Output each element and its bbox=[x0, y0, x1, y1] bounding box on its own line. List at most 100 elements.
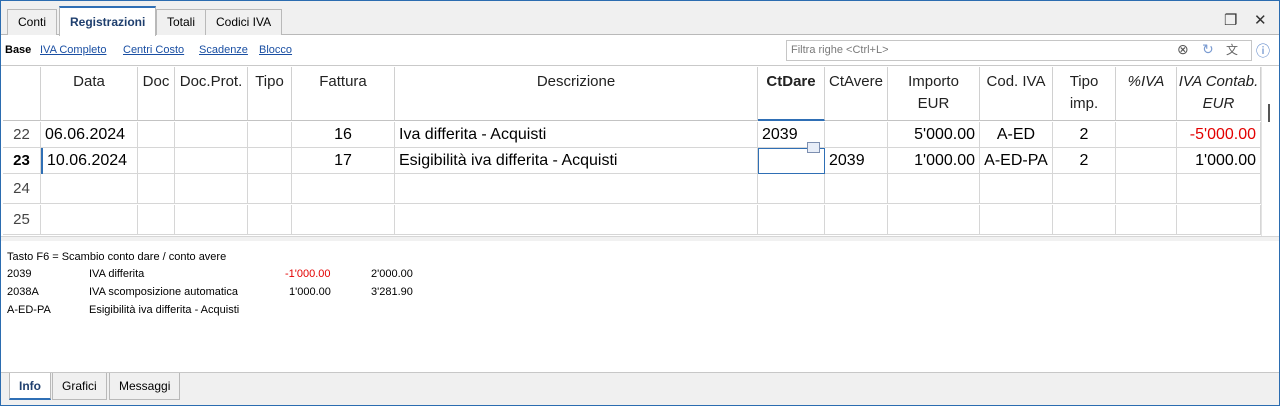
translate-icon[interactable]: 文 bbox=[1226, 41, 1238, 58]
cell-perc-iva[interactable] bbox=[1116, 174, 1177, 204]
cell-doc[interactable] bbox=[138, 174, 175, 204]
panel-splitter[interactable] bbox=[1, 236, 1279, 241]
cell-tipo-imp[interactable] bbox=[1053, 205, 1116, 235]
cell-descrizione[interactable]: Esigibilità iva differita - Acquisti bbox=[395, 148, 758, 174]
cell-data[interactable]: 06.06.2024 bbox=[41, 122, 138, 148]
col-tipo-imp[interactable]: Tipo imp. bbox=[1053, 67, 1116, 121]
table-row-current[interactable]: 23 10.06.2024 17 Esigibilità iva differi… bbox=[3, 148, 1277, 174]
cell-iva-contab[interactable] bbox=[1177, 174, 1261, 204]
cell-ctavere[interactable]: 2039 bbox=[825, 148, 888, 174]
cell-descrizione[interactable] bbox=[395, 174, 758, 204]
close-icon[interactable]: ✕ bbox=[1254, 11, 1267, 29]
view-iva-completo[interactable]: IVA Completo bbox=[40, 44, 106, 56]
cell-doc-prot[interactable] bbox=[175, 148, 248, 174]
cell-fattura[interactable]: 16 bbox=[292, 122, 395, 148]
cell-descrizione[interactable]: Iva differita - Acquisti bbox=[395, 122, 758, 148]
cell-ctavere[interactable] bbox=[825, 174, 888, 204]
row-number: 23 bbox=[3, 148, 41, 174]
tab-grafici[interactable]: Grafici bbox=[52, 373, 107, 400]
col-data[interactable]: Data bbox=[41, 67, 138, 121]
cell-tipo[interactable] bbox=[248, 174, 292, 204]
cell-tipo-imp[interactable]: 2 bbox=[1053, 122, 1116, 148]
tab-messaggi[interactable]: Messaggi bbox=[109, 373, 181, 400]
vertical-scrollbar[interactable] bbox=[1261, 67, 1277, 237]
scroll-thumb[interactable] bbox=[1268, 104, 1270, 122]
view-base[interactable]: Base bbox=[5, 44, 31, 56]
cell-tipo-imp[interactable] bbox=[1053, 174, 1116, 204]
clear-filter-icon[interactable]: ⊗ bbox=[1177, 41, 1189, 58]
cell-importo[interactable]: 5'000.00 bbox=[888, 122, 980, 148]
table-row[interactable]: 24 bbox=[3, 174, 1277, 204]
col-fattura[interactable]: Fattura bbox=[292, 67, 395, 121]
cell-ctdare[interactable] bbox=[758, 174, 825, 204]
col-tipo[interactable]: Tipo bbox=[248, 67, 292, 121]
col-doc[interactable]: Doc bbox=[138, 67, 175, 121]
col-doc-prot[interactable]: Doc.Prot. bbox=[175, 67, 248, 121]
cell-cod-iva[interactable]: A-ED-PA bbox=[980, 148, 1053, 174]
cell-fattura[interactable] bbox=[292, 174, 395, 204]
tab-info[interactable]: Info bbox=[9, 373, 51, 400]
info-amount: -1'000.00 bbox=[285, 268, 331, 280]
top-tab-bar: Conti Registrazioni Totali Codici IVA ❐ … bbox=[1, 1, 1279, 36]
cell-descrizione[interactable] bbox=[395, 205, 758, 235]
cell-importo[interactable] bbox=[888, 205, 980, 235]
cell-cod-iva[interactable]: A-ED bbox=[980, 122, 1053, 148]
cell-tipo[interactable] bbox=[248, 122, 292, 148]
registrations-table: Data Doc Doc.Prot. Tipo Fattura Descrizi… bbox=[3, 67, 1277, 237]
help-icon[interactable]: ⓘ bbox=[1256, 41, 1270, 61]
cell-ctdare[interactable] bbox=[758, 205, 825, 235]
col-ctavere[interactable]: CtAvere bbox=[825, 67, 888, 121]
tab-totali[interactable]: Totali bbox=[156, 9, 207, 35]
col-perc-iva[interactable]: %IVA bbox=[1116, 67, 1177, 121]
tab-registrazioni[interactable]: Registrazioni bbox=[59, 6, 157, 36]
cell-perc-iva[interactable] bbox=[1116, 148, 1177, 174]
cell-fattura[interactable]: 17 bbox=[292, 148, 395, 174]
cell-iva-contab[interactable]: 1'000.00 bbox=[1177, 148, 1261, 174]
cell-iva-contab[interactable] bbox=[1177, 205, 1261, 235]
cell-cod-iva[interactable] bbox=[980, 174, 1053, 204]
cell-doc[interactable] bbox=[138, 205, 175, 235]
cell-fattura[interactable] bbox=[292, 205, 395, 235]
tab-conti[interactable]: Conti bbox=[7, 9, 58, 35]
cell-importo[interactable] bbox=[888, 174, 980, 204]
col-ctdare[interactable]: CtDare bbox=[758, 67, 825, 121]
info-balance: 2'000.00 bbox=[371, 268, 413, 280]
cell-doc-prot[interactable] bbox=[175, 122, 248, 148]
table-row[interactable]: 22 06.06.2024 16 Iva differita - Acquist… bbox=[3, 122, 1277, 148]
cell-tipo[interactable] bbox=[248, 205, 292, 235]
cell-doc-prot[interactable] bbox=[175, 174, 248, 204]
table-row[interactable]: 25 bbox=[3, 205, 1277, 235]
cell-tipo-imp[interactable]: 2 bbox=[1053, 148, 1116, 174]
cell-perc-iva[interactable] bbox=[1116, 122, 1177, 148]
view-bar: Base IVA Completo Centri Costo Scadenze … bbox=[1, 36, 1279, 66]
cell-tipo[interactable] bbox=[248, 148, 292, 174]
col-iva-contab[interactable]: IVA Contab. EUR bbox=[1177, 67, 1261, 121]
view-centri-costo[interactable]: Centri Costo bbox=[123, 44, 184, 56]
col-descrizione[interactable]: Descrizione bbox=[395, 67, 758, 121]
cell-data[interactable]: 10.06.2024 bbox=[41, 148, 138, 174]
col-cod-iva[interactable]: Cod. IVA bbox=[980, 67, 1053, 121]
cell-perc-iva[interactable] bbox=[1116, 205, 1177, 235]
cell-doc[interactable] bbox=[138, 122, 175, 148]
cell-cod-iva[interactable] bbox=[980, 205, 1053, 235]
calendar-picker-icon[interactable] bbox=[807, 142, 820, 153]
col-importo[interactable]: Importo EUR bbox=[888, 67, 980, 121]
cell-iva-contab[interactable]: -5'000.00 bbox=[1177, 122, 1261, 148]
cell-data[interactable] bbox=[41, 174, 138, 204]
cell-ctavere[interactable] bbox=[825, 205, 888, 235]
cell-importo[interactable]: 1'000.00 bbox=[888, 148, 980, 174]
info-label: Esigibilità iva differita - Acquisti bbox=[89, 304, 240, 316]
row-number: 22 bbox=[3, 122, 41, 148]
view-scadenze[interactable]: Scadenze bbox=[199, 44, 248, 56]
cell-ctavere[interactable] bbox=[825, 122, 888, 148]
view-blocco[interactable]: Blocco bbox=[259, 44, 292, 56]
cell-data[interactable] bbox=[41, 205, 138, 235]
bottom-tab-bar: Info Grafici Messaggi bbox=[1, 372, 1279, 405]
cell-doc-prot[interactable] bbox=[175, 205, 248, 235]
tab-codici-iva[interactable]: Codici IVA bbox=[205, 9, 283, 35]
refresh-icon[interactable]: ↻ bbox=[1202, 41, 1214, 58]
col-importo-line1: Importo bbox=[908, 73, 959, 90]
cell-doc[interactable] bbox=[138, 148, 175, 174]
col-tipo-imp-line2: imp. bbox=[1069, 95, 1099, 112]
restore-icon[interactable]: ❐ bbox=[1224, 11, 1237, 29]
